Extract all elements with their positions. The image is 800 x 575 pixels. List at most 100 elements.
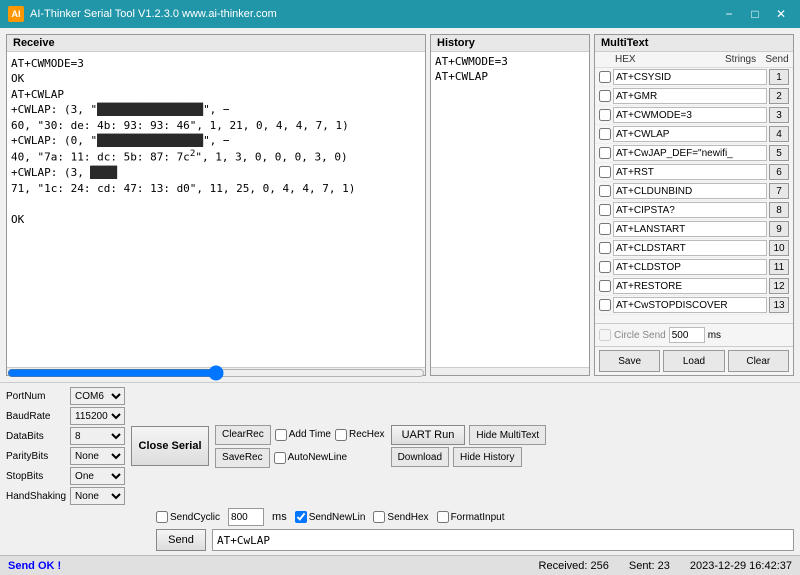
mt-input-2[interactable] bbox=[613, 88, 767, 104]
mt-send-btn-6[interactable]: 6 bbox=[769, 164, 789, 180]
mt-input-6[interactable] bbox=[613, 164, 767, 180]
cyclic-ms: ms bbox=[272, 511, 287, 523]
circle-send-row: Circle Send ms bbox=[595, 323, 793, 346]
mt-row: 11 bbox=[595, 258, 793, 277]
mt-send-btn-11[interactable]: 11 bbox=[769, 259, 789, 275]
mt-send-btn-8[interactable]: 8 bbox=[769, 202, 789, 218]
mt-checkbox-2[interactable] bbox=[599, 90, 611, 102]
mt-row: 4 bbox=[595, 125, 793, 144]
multitext-rows: 1 2 3 4 bbox=[595, 68, 793, 323]
mt-row: 10 bbox=[595, 239, 793, 258]
mt-send-btn-12[interactable]: 12 bbox=[769, 278, 789, 294]
mt-checkbox-6[interactable] bbox=[599, 166, 611, 178]
col-strings: Strings bbox=[725, 54, 765, 65]
paritybits-select[interactable]: None bbox=[70, 447, 125, 465]
mt-send-btn-13[interactable]: 13 bbox=[769, 297, 789, 313]
send-button[interactable]: Send bbox=[156, 529, 206, 551]
sendnewlin-checkbox[interactable] bbox=[295, 511, 307, 523]
multitext-col-headers: HEX Strings Send bbox=[595, 52, 793, 68]
cyclic-input[interactable] bbox=[228, 508, 264, 526]
rechex-label: RecHex bbox=[349, 429, 385, 440]
mt-checkbox-4[interactable] bbox=[599, 128, 611, 140]
databits-select[interactable]: 8 bbox=[70, 427, 125, 445]
addtime-checkbox[interactable] bbox=[275, 429, 287, 441]
multitext-save-button[interactable]: Save bbox=[599, 350, 660, 372]
mt-send-btn-4[interactable]: 4 bbox=[769, 126, 789, 142]
mt-send-btn-5[interactable]: 5 bbox=[769, 145, 789, 161]
mt-send-btn-2[interactable]: 2 bbox=[769, 88, 789, 104]
title-bar-left: AI AI-Thinker Serial Tool V1.2.3.0 www.a… bbox=[8, 6, 277, 22]
mt-row: 3 bbox=[595, 106, 793, 125]
multitext-panel: MultiText HEX Strings Send 1 2 bbox=[594, 34, 794, 376]
status-right: Received: 256 Sent: 23 2023-12-29 16:42:… bbox=[539, 560, 792, 572]
hide-multitext-button[interactable]: Hide MultiText bbox=[469, 425, 546, 445]
mt-input-13[interactable] bbox=[613, 297, 767, 313]
history-scrollbar[interactable] bbox=[431, 367, 589, 375]
mt-checkbox-8[interactable] bbox=[599, 204, 611, 216]
circle-send-checkbox[interactable] bbox=[599, 329, 611, 341]
close-button[interactable]: ✕ bbox=[770, 5, 792, 23]
receive-hscroll[interactable] bbox=[7, 369, 425, 377]
rechex-checkbox[interactable] bbox=[335, 429, 347, 441]
mt-input-9[interactable] bbox=[613, 221, 767, 237]
mt-checkbox-1[interactable] bbox=[599, 71, 611, 83]
mt-row: 9 bbox=[595, 220, 793, 239]
datetime: 2023-12-29 16:42:37 bbox=[690, 560, 792, 572]
mt-row: 5 bbox=[595, 144, 793, 163]
minimize-button[interactable]: − bbox=[718, 5, 740, 23]
mt-checkbox-7[interactable] bbox=[599, 185, 611, 197]
mt-input-8[interactable] bbox=[613, 202, 767, 218]
close-serial-button[interactable]: Close Serial bbox=[131, 426, 209, 466]
multitext-load-button[interactable]: Load bbox=[663, 350, 724, 372]
formatinput-checkbox[interactable] bbox=[437, 511, 449, 523]
mt-send-btn-7[interactable]: 7 bbox=[769, 183, 789, 199]
status-bar: Send OK ! Received: 256 Sent: 23 2023-12… bbox=[0, 555, 800, 575]
autonewline-checkbox[interactable] bbox=[274, 452, 286, 464]
mt-input-4[interactable] bbox=[613, 126, 767, 142]
receive-header: Receive bbox=[7, 35, 425, 52]
stopbits-select[interactable]: One bbox=[70, 467, 125, 485]
mt-send-btn-9[interactable]: 9 bbox=[769, 221, 789, 237]
sendhex-label: SendHex bbox=[387, 512, 428, 523]
mt-checkbox-10[interactable] bbox=[599, 242, 611, 254]
mt-input-3[interactable] bbox=[613, 107, 767, 123]
mt-send-btn-1[interactable]: 1 bbox=[769, 69, 789, 85]
portnum-select[interactable]: COM6 bbox=[70, 387, 125, 405]
mt-checkbox-5[interactable] bbox=[599, 147, 611, 159]
list-item[interactable]: AT+CWMODE=3 bbox=[433, 54, 587, 69]
clearrec-button[interactable]: ClearRec bbox=[215, 425, 271, 445]
baudrate-select[interactable]: 115200 bbox=[70, 407, 125, 425]
mt-checkbox-9[interactable] bbox=[599, 223, 611, 235]
mt-input-1[interactable] bbox=[613, 69, 767, 85]
download-button[interactable]: Download bbox=[391, 447, 449, 467]
receive-content[interactable]: AT+CWMODE=3 OK AT+CWLAP +CWLAP: (3, "███… bbox=[7, 52, 425, 367]
mt-checkbox-3[interactable] bbox=[599, 109, 611, 121]
list-item[interactable]: AT+CWLAP bbox=[433, 69, 587, 84]
circle-send-label: Circle Send bbox=[614, 330, 666, 341]
mt-send-btn-3[interactable]: 3 bbox=[769, 107, 789, 123]
send-input[interactable] bbox=[212, 529, 794, 551]
sendhex-checkbox[interactable] bbox=[373, 511, 385, 523]
saverec-button[interactable]: SaveRec bbox=[215, 448, 270, 468]
maximize-button[interactable]: □ bbox=[744, 5, 766, 23]
mt-input-12[interactable] bbox=[613, 278, 767, 294]
receive-scrollbar[interactable] bbox=[7, 367, 425, 375]
uart-run-button[interactable]: UART Run bbox=[391, 425, 466, 445]
circle-send-input[interactable] bbox=[669, 327, 705, 343]
handshaking-select[interactable]: None bbox=[70, 487, 125, 505]
panels-row: Receive AT+CWMODE=3 OK AT+CWLAP +CWLAP: … bbox=[0, 28, 800, 382]
mt-checkbox-12[interactable] bbox=[599, 280, 611, 292]
mt-input-11[interactable] bbox=[613, 259, 767, 275]
circle-send-ms: ms bbox=[708, 330, 721, 341]
mt-send-btn-10[interactable]: 10 bbox=[769, 240, 789, 256]
mt-input-5[interactable] bbox=[613, 145, 767, 161]
mt-checkbox-11[interactable] bbox=[599, 261, 611, 273]
history-content[interactable]: AT+CWMODE=3 AT+CWLAP bbox=[431, 52, 589, 367]
multitext-clear-button[interactable]: Clear bbox=[728, 350, 789, 372]
sendcyclic-checkbox[interactable] bbox=[156, 511, 168, 523]
mt-input-10[interactable] bbox=[613, 240, 767, 256]
mt-row: 13 bbox=[595, 296, 793, 315]
hide-history-button[interactable]: Hide History bbox=[453, 447, 521, 467]
mt-input-7[interactable] bbox=[613, 183, 767, 199]
mt-checkbox-13[interactable] bbox=[599, 299, 611, 311]
